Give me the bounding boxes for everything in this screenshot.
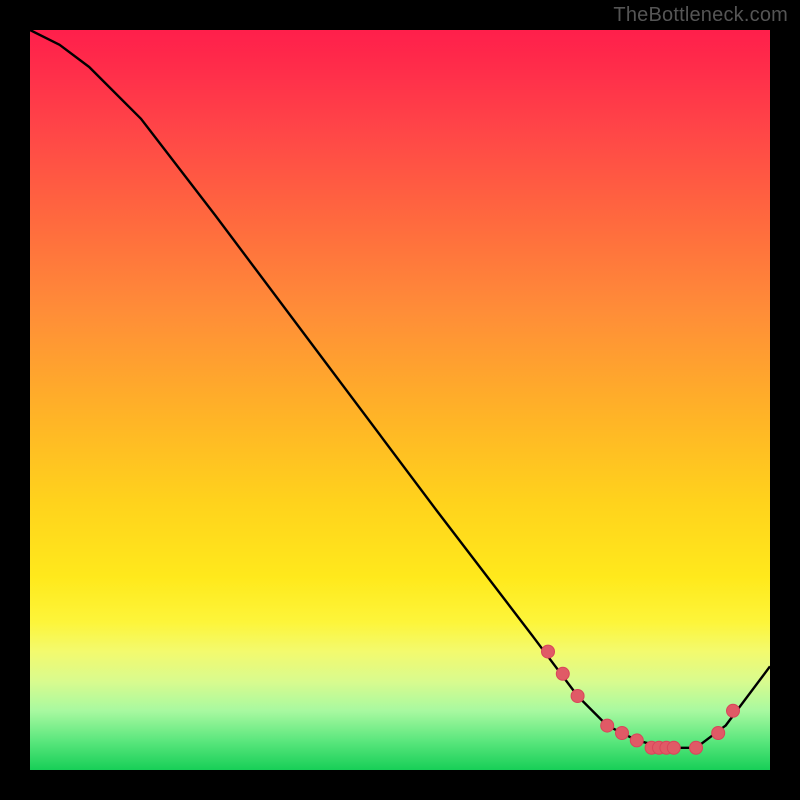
data-marker [727, 704, 740, 717]
plot-area [30, 30, 770, 770]
bottleneck-curve [30, 30, 770, 748]
data-marker [630, 734, 643, 747]
data-marker [542, 645, 555, 658]
data-marker [601, 719, 614, 732]
data-marker [571, 690, 584, 703]
data-marker [712, 727, 725, 740]
data-marker [556, 667, 569, 680]
curve-layer [30, 30, 770, 770]
data-marker [667, 741, 680, 754]
data-marker [690, 741, 703, 754]
watermark-text: TheBottleneck.com [613, 4, 788, 27]
data-marker [616, 727, 629, 740]
chart-frame: TheBottleneck.com [0, 0, 800, 800]
